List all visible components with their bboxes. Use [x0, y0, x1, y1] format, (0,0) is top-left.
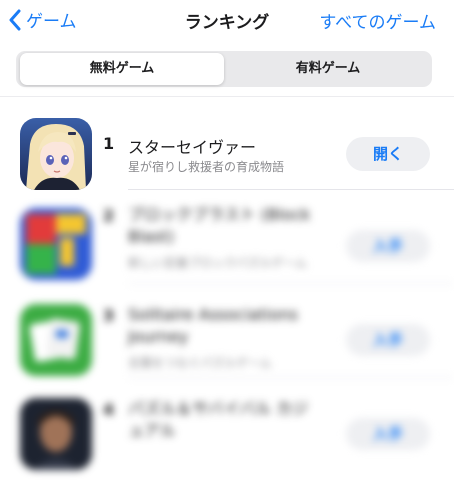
- list-item[interactable]: 4 パズル＆サバイバル カジュアル 入手: [0, 378, 454, 470]
- solitaire-cards-icon: [20, 304, 92, 376]
- get-button[interactable]: 入手: [346, 230, 430, 262]
- open-button[interactable]: 開く: [346, 137, 430, 171]
- segment-paid-games[interactable]: 有料ゲーム: [226, 53, 430, 85]
- portrait-game-icon: [20, 398, 92, 470]
- back-label: ゲーム: [26, 12, 77, 32]
- anime-girl-icon: [20, 118, 92, 190]
- get-button[interactable]: 入手: [346, 418, 430, 450]
- list-item[interactable]: 1 スターセイヴァー 星が宿りし救援者の育成物語 開く: [0, 96, 454, 190]
- app-name: ブロックブラスト (Block Blast): [128, 205, 311, 246]
- app-subtitle: 星が宿りし救援者の育成物語: [128, 160, 285, 174]
- block-puzzle-icon: [20, 208, 92, 280]
- list-item[interactable]: 2 ブロックブラスト (Block Blast) 新しい定番ブロックパズルゲーム…: [0, 190, 454, 284]
- navigation-bar: ゲーム ランキング すべてのゲーム: [0, 0, 454, 38]
- chevron-left-icon: [9, 9, 21, 30]
- rank-number: 4: [103, 400, 115, 419]
- app-name: スターセイヴァー: [128, 138, 257, 157]
- app-name: Solitaire Associations Journey: [128, 305, 298, 346]
- ranking-list: 1 スターセイヴァー 星が宿りし救援者の育成物語 開く 2 ブロックブラスト (…: [0, 96, 454, 480]
- back-button[interactable]: ゲーム: [8, 7, 77, 32]
- segmented-control: 無料ゲーム 有料ゲーム: [16, 51, 432, 87]
- rank-number: 1: [103, 134, 115, 153]
- app-subtitle: 新しい定番ブロックパズルゲーム: [128, 256, 308, 270]
- get-button[interactable]: 入手: [346, 324, 430, 356]
- app-subtitle: 言葉をつなぐパズルゲーム: [128, 356, 272, 370]
- app-name: パズル＆サバイバル カジュアル: [128, 399, 309, 440]
- all-games-link[interactable]: すべてのゲーム: [319, 8, 436, 33]
- rank-number: 2: [103, 206, 115, 225]
- list-item[interactable]: 3 Solitaire Associations Journey 言葉をつなぐパ…: [0, 284, 454, 378]
- segment-free-games[interactable]: 無料ゲーム: [20, 53, 224, 85]
- rank-number: 3: [103, 306, 115, 325]
